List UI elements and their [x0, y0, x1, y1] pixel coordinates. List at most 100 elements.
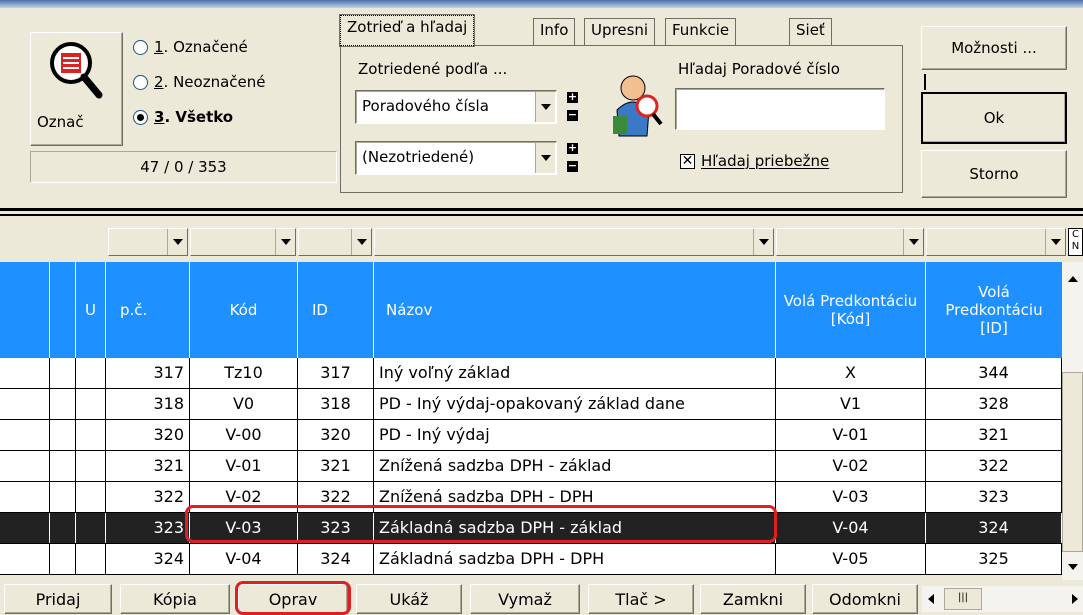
tab-info[interactable]: Info — [533, 18, 576, 46]
cell-id: 317 — [298, 358, 374, 388]
col-sel-1[interactable] — [0, 262, 50, 358]
row-selector-cell[interactable] — [0, 513, 50, 543]
tab-siet[interactable]: Sieť — [789, 18, 832, 46]
row-selector-cell[interactable] — [76, 358, 106, 388]
col-u[interactable]: U — [76, 262, 106, 358]
row-selector-cell[interactable] — [76, 389, 106, 419]
sort-primary-select[interactable]: Poradového čísla — [355, 90, 557, 124]
chevron-down-icon[interactable] — [275, 229, 295, 255]
pridaj-button[interactable]: Pridaj — [4, 584, 112, 614]
table-row[interactable]: 320 V-00 320 PD - Iný výdaj V-01 321 — [0, 420, 1062, 451]
chevron-down-icon[interactable] — [753, 229, 773, 255]
chevron-down-icon[interactable] — [903, 229, 923, 255]
cell-pc: 317 — [106, 358, 190, 388]
filter-kod[interactable] — [190, 228, 296, 256]
chevron-down-icon[interactable] — [167, 229, 187, 255]
row-selector-cell[interactable] — [76, 513, 106, 543]
scroll-down-icon[interactable] — [1068, 564, 1078, 570]
zamkni-button[interactable]: Zamkni — [700, 584, 806, 614]
row-selector-cell[interactable] — [50, 420, 76, 450]
chevron-down-icon[interactable] — [1045, 229, 1065, 255]
col-pred-id[interactable]: Volá Predkontáciu [ID] — [926, 262, 1062, 358]
row-selector-cell[interactable] — [50, 513, 76, 543]
tab-upresni[interactable]: Upresni — [584, 18, 656, 46]
scroll-right-icon[interactable] — [1072, 594, 1078, 604]
sort-secondary-select[interactable]: (Nezotriedené) — [355, 141, 557, 175]
col-pred-kod[interactable]: Volá Predkontáciu [Kód] — [776, 262, 926, 358]
mark-button[interactable]: Označ — [30, 32, 123, 146]
row-selector-cell[interactable] — [0, 482, 50, 512]
row-selector-cell[interactable] — [50, 358, 76, 388]
options-button[interactable]: Možnosti ... — [921, 26, 1067, 70]
scroll-thumb[interactable] — [1062, 372, 1083, 552]
ok-button[interactable]: Ok — [921, 92, 1067, 144]
cancel-button[interactable]: Storno — [921, 150, 1067, 198]
ok-button-label: Ok — [983, 109, 1005, 127]
row-selector-cell[interactable] — [50, 544, 76, 574]
kopia-button[interactable]: Kópia — [120, 584, 230, 614]
odomkni-button[interactable]: Odomkni — [812, 584, 918, 614]
search-input[interactable] — [675, 88, 885, 130]
filter-pred-kod[interactable] — [776, 228, 924, 256]
table-row[interactable]: 324 V-04 324 Základná sadzba DPH - DPH V-05 3… — [0, 544, 1062, 575]
top-panel: Označ 1. Označené 2. Neoznačené 3. Všetk… — [0, 0, 1083, 205]
vymaz-button[interactable]: Vymaž — [470, 584, 580, 614]
col-pred-kod-label: Volá Predkontáciu [Kód] — [783, 292, 918, 328]
row-selector-cell[interactable] — [50, 482, 76, 512]
filter-pred-id[interactable] — [926, 228, 1066, 256]
kopia-label: Kópia — [153, 589, 197, 609]
zamkni-label: Zamkni — [722, 589, 784, 609]
ukaz-button[interactable]: Ukáž — [356, 584, 462, 614]
vertical-scrollbar[interactable] — [1062, 262, 1083, 580]
scroll-up-icon[interactable] — [1068, 276, 1078, 282]
table-row[interactable]: 321 V-01 321 Znížená sadzba DPH - základ V-0… — [0, 451, 1062, 482]
hscroll-thumb[interactable]: ||| — [944, 588, 982, 610]
tlac-button[interactable]: Tlač > — [588, 584, 694, 614]
row-selector-cell[interactable] — [50, 389, 76, 419]
col-sel-2[interactable] — [50, 262, 76, 358]
col-kod[interactable]: Kód — [190, 262, 298, 358]
radio-all[interactable]: 3. Všetko — [133, 108, 233, 126]
vymaz-label: Vymaž — [498, 589, 552, 609]
row-selector-cell[interactable] — [76, 451, 106, 481]
minus-icon[interactable]: − — [567, 109, 578, 121]
plus-icon[interactable]: + — [567, 142, 578, 154]
row-selector-cell[interactable] — [0, 544, 50, 574]
table-row[interactable]: 317 Tz10 317 Iný voľný základ X 344 — [0, 358, 1062, 389]
chevron-down-icon[interactable] — [535, 143, 555, 173]
scroll-left-icon[interactable] — [928, 594, 934, 604]
table-row[interactable]: 318 V0 318 PD - Iný výdaj-opakovaný základ … — [0, 389, 1062, 420]
row-selector-cell[interactable] — [76, 420, 106, 450]
plus-icon[interactable]: + — [567, 91, 578, 103]
chevron-down-icon[interactable] — [535, 92, 555, 122]
row-selector-cell[interactable] — [50, 451, 76, 481]
col-pc[interactable]: p.č. — [106, 262, 190, 358]
row-selector-cell[interactable] — [0, 420, 50, 450]
col-nazov[interactable]: Názov — [374, 262, 776, 358]
filter-nazov[interactable] — [374, 228, 774, 256]
row-selector-cell[interactable] — [0, 389, 50, 419]
tab-sort-search[interactable]: Zotrieď a hľadaj — [338, 14, 476, 47]
splitter[interactable] — [0, 208, 1083, 216]
row-selector-cell[interactable] — [76, 544, 106, 574]
tab-funkcie[interactable]: Funkcie — [665, 18, 737, 46]
filter-pc[interactable] — [108, 228, 188, 256]
continuous-search-checkbox[interactable]: ✕ Hľadaj priebežne — [680, 152, 829, 170]
row-selector-cell[interactable] — [76, 482, 106, 512]
cell-pred-id: 324 — [926, 513, 1062, 543]
cell-pred-id: 322 — [926, 451, 1062, 481]
odomkni-label: Odomkni — [829, 589, 901, 609]
chevron-down-icon[interactable] — [351, 229, 371, 255]
minus-icon[interactable]: − — [567, 160, 578, 172]
cell-pred-id: 344 — [926, 358, 1062, 388]
row-selector-cell[interactable] — [0, 451, 50, 481]
horizontal-scrollbar[interactable]: ||| — [922, 586, 1083, 612]
radio-marked[interactable]: 1. Označené — [133, 38, 248, 56]
cell-nazov: Iný voľný základ — [374, 358, 776, 388]
ukaz-label: Ukáž — [389, 589, 429, 609]
row-selector-cell[interactable] — [0, 358, 50, 388]
filter-id[interactable] — [298, 228, 372, 256]
radio-unmarked[interactable]: 2. Neoznačené — [133, 73, 266, 91]
col-id[interactable]: ID — [298, 262, 374, 358]
cell-nazov: Základná sadzba DPH - DPH — [374, 544, 776, 574]
